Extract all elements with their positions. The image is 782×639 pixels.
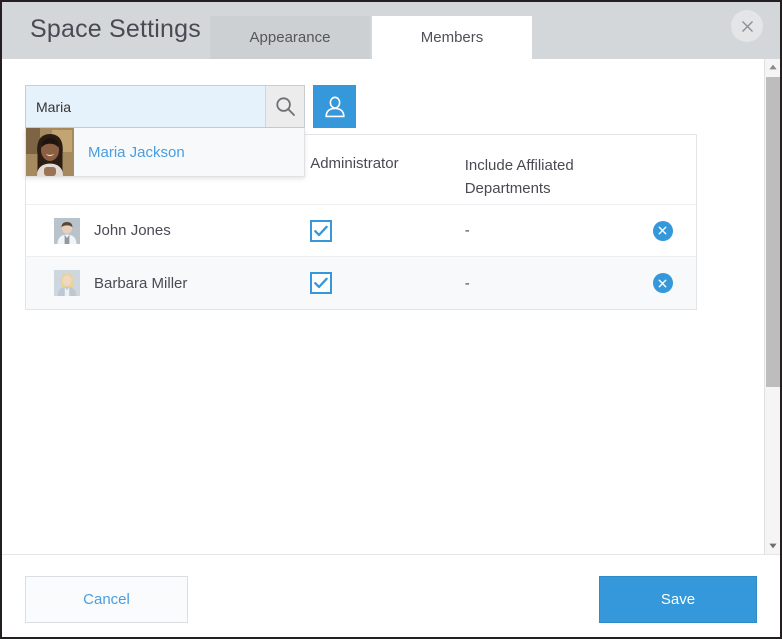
search-icon: [275, 96, 296, 117]
member-name-cell: Barbara Miller: [26, 270, 310, 296]
member-name-cell: John Jones: [26, 218, 310, 244]
avatar: [26, 128, 74, 176]
close-icon: [741, 20, 754, 33]
autocomplete-item-label: Maria Jackson: [88, 144, 185, 161]
checkmark-icon: [314, 277, 328, 289]
members-panel: User, Group, or Department Administrator…: [2, 59, 764, 554]
scroll-down-button[interactable]: [765, 538, 781, 554]
cancel-button[interactable]: Cancel: [25, 576, 188, 623]
search-input[interactable]: [26, 86, 265, 127]
autocomplete-item[interactable]: Maria Jackson: [26, 128, 304, 176]
chevron-down-icon: [769, 543, 777, 549]
scrollbar-thumb[interactable]: [766, 77, 780, 387]
remove-member-button[interactable]: [653, 273, 673, 293]
column-header-include-affiliated: Include Affiliated Departments: [465, 135, 629, 200]
remove-circle-icon: [658, 226, 667, 235]
search-box: [25, 85, 305, 128]
include-affiliated-value: -: [465, 275, 470, 292]
administrator-checkbox[interactable]: [310, 220, 332, 242]
table-row: Barbara Miller -: [26, 257, 696, 309]
include-affiliated-cell: -: [465, 275, 629, 292]
column-header-administrator: Administrator: [310, 135, 465, 172]
dialog-titlebar: Space Settings Appearance Members: [2, 2, 780, 59]
page-title: Space Settings: [30, 15, 201, 44]
avatar: [54, 218, 80, 244]
search-button[interactable]: [265, 86, 304, 127]
member-name: Barbara Miller: [94, 275, 187, 292]
administrator-cell: [310, 220, 465, 242]
close-button[interactable]: [731, 10, 763, 42]
chevron-up-icon: [769, 64, 777, 70]
tab-members[interactable]: Members: [372, 16, 532, 59]
remove-circle-icon: [658, 279, 667, 288]
remove-member-button[interactable]: [653, 221, 673, 241]
tab-appearance-label: Appearance: [250, 29, 331, 46]
add-member-button[interactable]: [313, 85, 356, 128]
row-actions: [629, 221, 696, 241]
administrator-checkbox[interactable]: [310, 272, 332, 294]
avatar: [54, 270, 80, 296]
include-affiliated-value: -: [465, 222, 470, 239]
tab-appearance[interactable]: Appearance: [210, 16, 370, 59]
administrator-cell: [310, 272, 465, 294]
tab-members-label: Members: [421, 29, 484, 46]
save-button[interactable]: Save: [599, 576, 757, 623]
checkmark-icon: [314, 225, 328, 237]
column-header-actions: [629, 135, 696, 155]
member-name: John Jones: [94, 222, 171, 239]
row-actions: [629, 273, 696, 293]
dialog-footer: Cancel Save: [2, 555, 780, 637]
space-settings-dialog: Space Settings Appearance Members: [0, 0, 782, 639]
vertical-scrollbar[interactable]: [764, 59, 780, 554]
person-add-icon: [322, 94, 348, 120]
include-affiliated-cell: -: [465, 222, 629, 239]
autocomplete-dropdown: Maria Jackson: [25, 128, 305, 177]
scroll-up-button[interactable]: [765, 59, 781, 75]
table-row: John Jones -: [26, 205, 696, 257]
